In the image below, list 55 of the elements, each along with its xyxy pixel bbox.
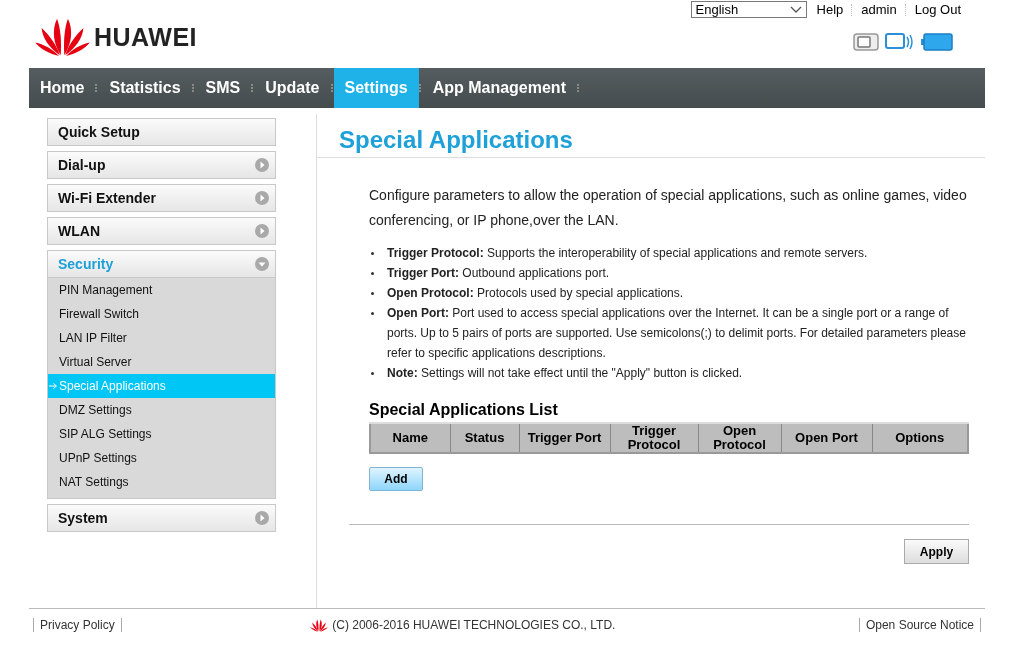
sidebar-submenu-item[interactable]: LAN IP Filter <box>48 326 275 350</box>
sim-card-icon <box>853 33 879 51</box>
column-header: Trigger Port <box>519 423 610 453</box>
column-header: Open Port <box>781 423 872 453</box>
column-header: Status <box>450 423 519 453</box>
sidebar-menu-item[interactable]: Wi-Fi Extender <box>48 185 275 211</box>
header-link[interactable]: Log Out <box>914 2 961 17</box>
sidebar-submenu-item[interactable]: NAT Settings <box>48 470 275 494</box>
help-text: Open Port: Port used to access special applications over the Internet. It can be a single port or a range of ports. Up to 5 pairs of ports are supported. Use semicolons(;) to delimit ports. For detailed parameters please refer to specific applications descriptions. <box>387 305 967 362</box>
intro-text: Configure parameters to allow the operation of special applications, such as online games, video conferencing, or IP phone,over the LAN. <box>369 186 968 230</box>
bullet-icon <box>371 272 374 275</box>
section-title: Special Applications List <box>369 401 559 419</box>
sidebar-submenu-item[interactable]: Firewall Switch <box>48 302 275 326</box>
copyright-text: (C) 2006-2016 HUAWEI TECHNOLOGIES CO., LTD. <box>332 618 616 632</box>
language-dropdown[interactable]: English <box>690 1 807 18</box>
column-header: Name <box>370 423 450 453</box>
nav-tab[interactable]: Home <box>29 68 96 108</box>
sidebar-submenu-item[interactable]: Virtual Server <box>48 350 275 374</box>
nav-tab[interactable]: Update <box>254 68 331 108</box>
sidebar-submenu-item[interactable]: SIP ALG Settings <box>48 422 275 446</box>
nav-tab[interactable]: App Management <box>421 68 577 108</box>
chevron-down-icon <box>789 5 802 14</box>
battery-icon <box>921 33 953 51</box>
header-link[interactable]: Help <box>816 2 844 17</box>
nav-tab[interactable]: SMS <box>194 68 252 108</box>
open-source-notice-link[interactable]: Open Source Notice <box>858 618 981 632</box>
logo-text: HUAWEI <box>94 22 197 52</box>
sidebar-menu-item[interactable]: Quick Setup <box>48 119 275 145</box>
add-button[interactable]: Add <box>369 467 423 491</box>
apply-button[interactable]: Apply <box>904 539 969 564</box>
help-text: Note: Settings will not take effect until the "Apply" button is clicked. <box>387 365 743 382</box>
privacy-policy-link[interactable]: Privacy Policy <box>33 618 122 632</box>
arrow-icon <box>49 382 58 390</box>
column-header: Trigger Protocol <box>610 423 698 453</box>
wifi-computer-icon <box>885 32 915 52</box>
sidebar-submenu-item[interactable]: DMZ Settings <box>48 398 275 422</box>
help-text: Trigger Protocol: Supports the interoperability of special applications and remote servers. <box>387 245 868 262</box>
sidebar-menu-item[interactable]: Dial-up <box>48 152 275 178</box>
bullet-icon <box>371 292 374 295</box>
column-header: Options <box>872 423 968 453</box>
bullet-icon <box>371 372 374 375</box>
bullet-icon <box>371 252 374 255</box>
logo-icon <box>310 618 329 632</box>
column-header: Open Protocol <box>698 423 781 453</box>
page-title: Special Applications <box>317 126 985 158</box>
sidebar-submenu-item[interactable]: UPnP Settings <box>48 446 275 470</box>
sidebar-menu-item[interactable]: WLAN <box>48 218 275 244</box>
help-text: Open Protocol: Protocols used by special applications. <box>387 285 684 302</box>
sidebar-submenu-item[interactable]: PIN Management <box>48 278 275 302</box>
nav-tab[interactable]: Statistics <box>98 68 192 108</box>
sidebar-menu-item[interactable]: System <box>48 505 275 531</box>
header-link[interactable]: admin <box>861 2 897 17</box>
help-text: Trigger Port: Outbound applications port. <box>387 265 610 282</box>
logo-icon <box>35 17 90 57</box>
bullet-icon <box>371 312 374 315</box>
